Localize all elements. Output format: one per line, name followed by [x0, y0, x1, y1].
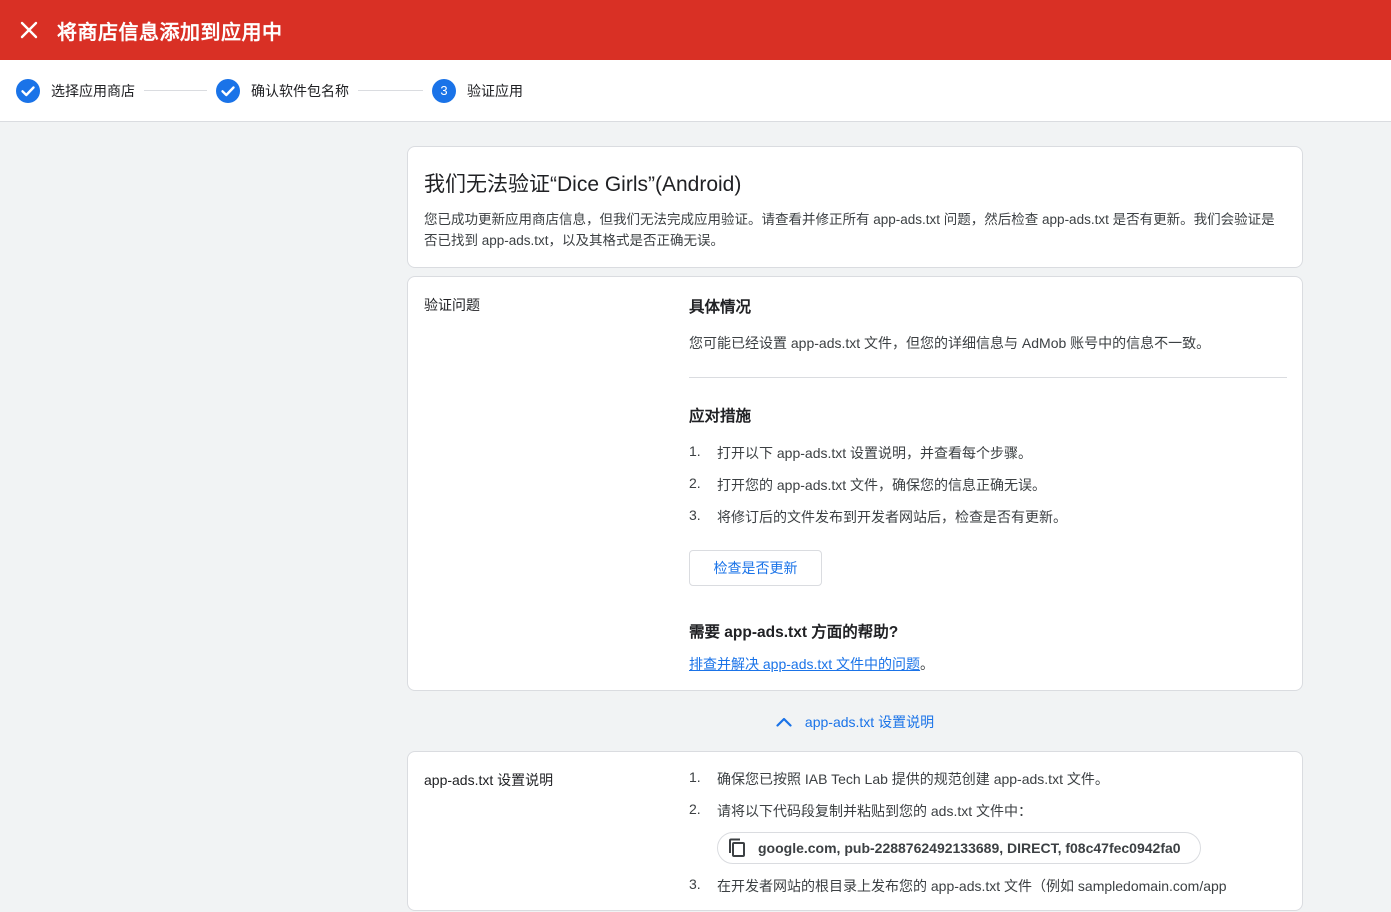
list-item: 3. 在开发者网站的根目录上发布您的 app-ads.txt 文件（例如 sam…	[689, 876, 1227, 896]
help-heading: 需要 app-ads.txt 方面的帮助?	[689, 624, 899, 641]
list-item: 2. 打开您的 app-ads.txt 文件，确保您的信息正确无误。	[689, 475, 1046, 495]
close-button[interactable]	[1, 2, 57, 58]
actions-heading: 应对措施	[689, 408, 752, 425]
setup-section-label: app-ads.txt 设置说明	[424, 772, 554, 788]
list-number: 3.	[689, 876, 701, 892]
list-number: 1.	[689, 769, 701, 785]
issue-content: 具体情况 您可能已经设置 app-ads.txt 文件，但您的详细信息与 AdM…	[689, 277, 1287, 690]
troubleshoot-link[interactable]: 排查并解决 app-ads.txt 文件中的问题	[689, 656, 920, 672]
close-icon	[20, 21, 38, 39]
chevron-up-icon	[776, 717, 792, 727]
list-number: 3.	[689, 507, 701, 523]
list-text: 在开发者网站的根目录上发布您的 app-ads.txt 文件（例如 sample…	[717, 878, 1227, 894]
stepper: 选择应用商店 确认软件包名称 3 验证应用	[0, 60, 1391, 122]
step-verify-app[interactable]: 3 验证应用	[432, 78, 523, 103]
list-item: 2. 请将以下代码段复制并粘贴到您的 ads.txt 文件中：	[689, 801, 1032, 821]
check-for-updates-button[interactable]: 检查是否更新	[689, 550, 822, 586]
step-label: 确认软件包名称	[251, 82, 349, 99]
help-suffix: 。	[920, 656, 935, 672]
check-circle-icon	[16, 78, 40, 103]
list-item: 3. 将修订后的文件发布到开发者网站后，检查是否有更新。	[689, 507, 1067, 527]
list-item: 1. 确保您已按照 IAB Tech Lab 提供的规范创建 app-ads.t…	[689, 769, 1109, 789]
list-number: 2.	[689, 801, 701, 817]
step-connector	[358, 90, 423, 91]
step-confirm-package[interactable]: 确认软件包名称	[216, 78, 349, 103]
step-label: 验证应用	[467, 82, 523, 99]
list-number: 2.	[689, 475, 701, 491]
code-text: google.com, pub-2288762492133689, DIRECT…	[758, 840, 1181, 856]
step-number: 3	[432, 78, 456, 103]
details-text: 您可能已经设置 app-ads.txt 文件，但您的详细信息与 AdMob 账号…	[689, 335, 1211, 351]
list-text: 将修订后的文件发布到开发者网站后，检查是否有更新。	[717, 509, 1067, 525]
code-snippet[interactable]: google.com, pub-2288762492133689, DIRECT…	[717, 832, 1201, 864]
list-text: 打开以下 app-ads.txt 设置说明，并查看每个步骤。	[717, 445, 1033, 461]
help-line: 排查并解决 app-ads.txt 文件中的问题。	[689, 654, 934, 674]
setup-instructions-card: app-ads.txt 设置说明 1. 确保您已按照 IAB Tech Lab …	[407, 751, 1303, 911]
list-item: 1. 打开以下 app-ads.txt 设置说明，并查看每个步骤。	[689, 443, 1032, 463]
setup-instructions-toggle[interactable]: app-ads.txt 设置说明	[407, 706, 1303, 738]
list-number: 1.	[689, 443, 701, 459]
check-circle-icon	[216, 78, 240, 103]
details-heading: 具体情况	[689, 299, 752, 316]
divider	[689, 377, 1287, 378]
step-choose-store[interactable]: 选择应用商店	[16, 78, 135, 103]
issue-section-label: 验证问题	[424, 297, 480, 313]
step-label: 选择应用商店	[51, 82, 135, 99]
summary-title: 我们无法验证“Dice Girls”(Android)	[424, 173, 742, 196]
list-text: 打开您的 app-ads.txt 文件，确保您的信息正确无误。	[717, 477, 1047, 493]
step-connector	[144, 90, 207, 91]
verification-summary-card: 我们无法验证“Dice Girls”(Android) 您已成功更新应用商店信息…	[407, 146, 1303, 268]
list-text: 确保您已按照 IAB Tech Lab 提供的规范创建 app-ads.txt …	[717, 771, 1109, 787]
page-title: 将商店信息添加到应用中	[57, 21, 283, 44]
toggle-label: app-ads.txt 设置说明	[804, 714, 935, 730]
copy-icon[interactable]	[728, 838, 746, 858]
list-text: 请将以下代码段复制并粘贴到您的 ads.txt 文件中：	[717, 803, 1033, 819]
summary-description: 您已成功更新应用商店信息，但我们无法完成应用验证。请查看并修正所有 app-ad…	[424, 212, 1275, 248]
top-app-bar: 将商店信息添加到应用中	[0, 0, 1391, 60]
verification-issue-card: 验证问题 具体情况 您可能已经设置 app-ads.txt 文件，但您的详细信息…	[407, 276, 1303, 691]
setup-content: 1. 确保您已按照 IAB Tech Lab 提供的规范创建 app-ads.t…	[689, 752, 1287, 912]
